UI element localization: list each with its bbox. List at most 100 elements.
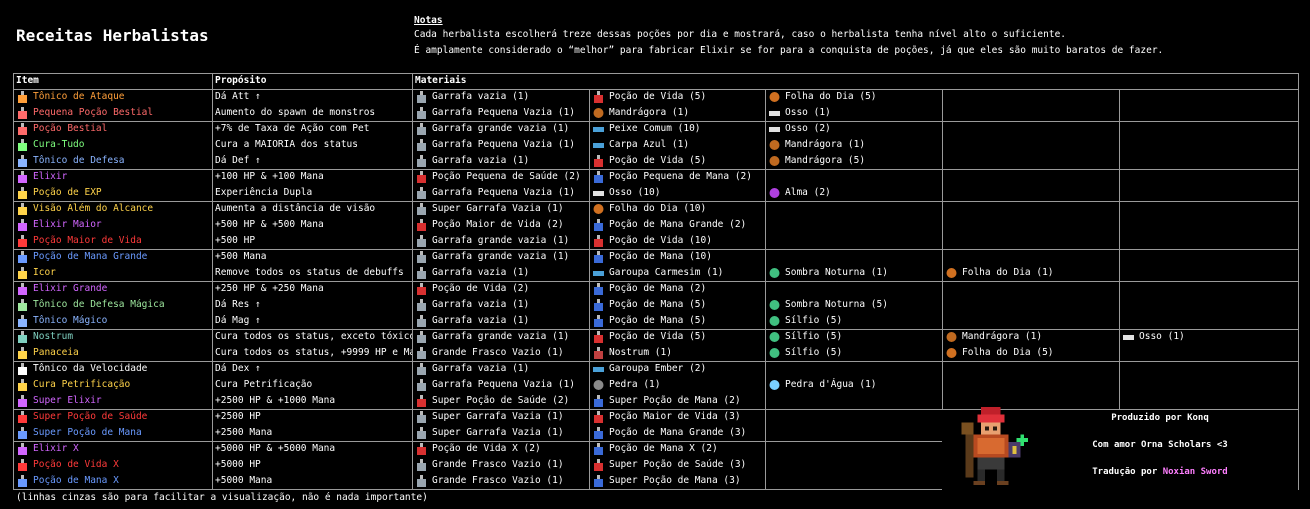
blue-potion-icon <box>594 475 603 487</box>
item-name: Poção de Vida X <box>33 459 119 470</box>
table-row-item: Poção de EXP <box>13 185 212 201</box>
item-name: Super Poção de Mana <box>33 427 142 438</box>
material-label: Garrafa grande vazia (1) <box>432 123 570 134</box>
red-potion-icon <box>417 283 426 295</box>
red-potion-icon <box>417 219 426 231</box>
material-label: Super Poção de Saúde (3) <box>609 459 747 470</box>
material-label: Garrafa grande vazia (1) <box>432 331 570 342</box>
table-row-item: Cura Petrificação <box>13 377 212 393</box>
material-cell: Garrafa grande vazia (1) <box>412 249 589 265</box>
item-purpose: Cura todos os status, exceto tóxico <box>215 331 412 342</box>
table-row-item: Tônico de Defesa <box>13 153 212 169</box>
table-row-item: Tônico Mágico <box>13 313 212 329</box>
red-potion-icon <box>594 459 603 471</box>
material-cell: Super Garrafa Vazia (1) <box>412 201 589 217</box>
table-row-item: Tônico de Ataque <box>13 89 212 105</box>
footer-note: (linhas cinzas são para facilitar a visu… <box>16 492 428 503</box>
potion-icon <box>18 347 27 359</box>
material-label: Mandrágora (1) <box>609 107 690 118</box>
herb-icon <box>769 332 780 342</box>
root-icon <box>946 332 957 342</box>
root-icon <box>769 156 780 166</box>
material-label: Alma (2) <box>785 187 831 198</box>
table-row-item: Super Elixir <box>13 393 212 409</box>
item-name: Elixir <box>33 171 68 182</box>
herb-icon <box>769 348 780 358</box>
material-label: Poção de Vida (2) <box>432 283 530 294</box>
credit-producer: Produzido por Konq <box>1111 413 1209 423</box>
leaf-icon <box>946 268 957 278</box>
material-label: Poção de Mana Grande (3) <box>609 427 747 438</box>
potion-icon <box>18 235 27 247</box>
material-label: Folha do Dia (10) <box>609 203 707 214</box>
material-cell: Carpa Azul (1) <box>589 137 765 153</box>
item-name: Icor <box>33 267 56 278</box>
material-cell: Folha do Dia (1) <box>942 265 1119 281</box>
material-cell: Super Poção de Saúde (2) <box>412 393 589 409</box>
bottle-icon <box>417 155 426 167</box>
table-row-item: Visão Além do Alcance <box>13 201 212 217</box>
material-label: Sílfio (5) <box>785 331 843 342</box>
potion-icon <box>18 187 27 199</box>
material-label: Garrafa vazia (1) <box>432 315 530 326</box>
material-label: Folha do Dia (5) <box>785 91 877 102</box>
material-cell: Poção de Vida X (2) <box>412 441 589 457</box>
table-row-item: Poção Maior de Vida <box>13 233 212 249</box>
material-label: Grande Frasco Vazio (1) <box>432 459 564 470</box>
potion-icon <box>18 443 27 455</box>
item-purpose: +2500 Mana <box>215 427 273 438</box>
item-name: Poção Maior de Vida <box>33 235 142 246</box>
fish-icon <box>593 127 604 132</box>
potion-icon <box>18 139 27 151</box>
material-label: Poção de Vida (5) <box>609 155 707 166</box>
material-label: Garrafa vazia (1) <box>432 299 530 310</box>
item-purpose: +250 HP & +250 Mana <box>215 283 324 294</box>
root-icon <box>769 140 780 150</box>
potion-icon <box>18 331 27 343</box>
item-name: Poção de Mana X <box>33 475 119 486</box>
table-row-item: Elixir X <box>13 441 212 457</box>
material-label: Garoupa Carmesim (1) <box>609 267 724 278</box>
material-cell: Garrafa Pequena Vazia (1) <box>412 185 589 201</box>
material-label: Garrafa vazia (1) <box>432 363 530 374</box>
material-label: Super Poção de Mana (3) <box>609 475 741 486</box>
material-cell: Poção Pequena de Saúde (2) <box>412 169 589 185</box>
material-label: Mandrágora (1) <box>785 139 866 150</box>
material-label: Folha do Dia (1) <box>962 267 1054 278</box>
potion-icon <box>18 155 27 167</box>
herb-icon <box>769 300 780 310</box>
material-label: Poção de Vida (10) <box>609 235 712 246</box>
material-cell: Garrafa vazia (1) <box>412 361 589 377</box>
potion-icon <box>18 411 27 423</box>
potion-icon <box>18 283 27 295</box>
bottle-icon <box>417 123 426 135</box>
notes-heading: Notas <box>414 15 443 26</box>
item-purpose: Dá Dex ↑ <box>215 363 261 374</box>
table-row-item: Panaceia <box>13 345 212 361</box>
bone-icon <box>769 111 780 116</box>
bottle-icon <box>417 203 426 215</box>
material-label: Garrafa grande vazia (1) <box>432 251 570 262</box>
herbalist-sprite-icon <box>961 406 1029 486</box>
blue-potion-icon <box>594 395 603 407</box>
material-cell: Super Garrafa Vazia (1) <box>412 425 589 441</box>
credit-translation-prefix: Tradução por <box>1092 467 1163 477</box>
material-label: Mandrágora (1) <box>962 331 1043 342</box>
blue-potion-icon <box>594 443 603 455</box>
grid-horizontal-line <box>13 489 942 490</box>
item-purpose: Dá Res ↑ <box>215 299 261 310</box>
potion-icon <box>18 363 27 375</box>
table-row-item: Poção Bestial <box>13 121 212 137</box>
item-name: Cura-Tudo <box>33 139 85 150</box>
material-label: Poção Maior de Vida (3) <box>609 411 741 422</box>
item-purpose: Aumento do spawn de monstros <box>215 107 376 118</box>
notes-line-1: Cada herbalista escolherá treze dessas p… <box>414 29 1067 40</box>
table-row-item: Elixir Grande <box>13 281 212 297</box>
material-label: Poção de Mana (5) <box>609 315 707 326</box>
table-row-item: Tônico da Velocidade <box>13 361 212 377</box>
notes-section: Notas Cada herbalista escolherá treze de… <box>414 14 1163 58</box>
credit-translator-name: Noxian Sword <box>1162 467 1228 477</box>
material-label: Osso (1) <box>1139 331 1185 342</box>
material-cell: Pedra (1) <box>589 377 765 393</box>
potion-icon <box>18 267 27 279</box>
